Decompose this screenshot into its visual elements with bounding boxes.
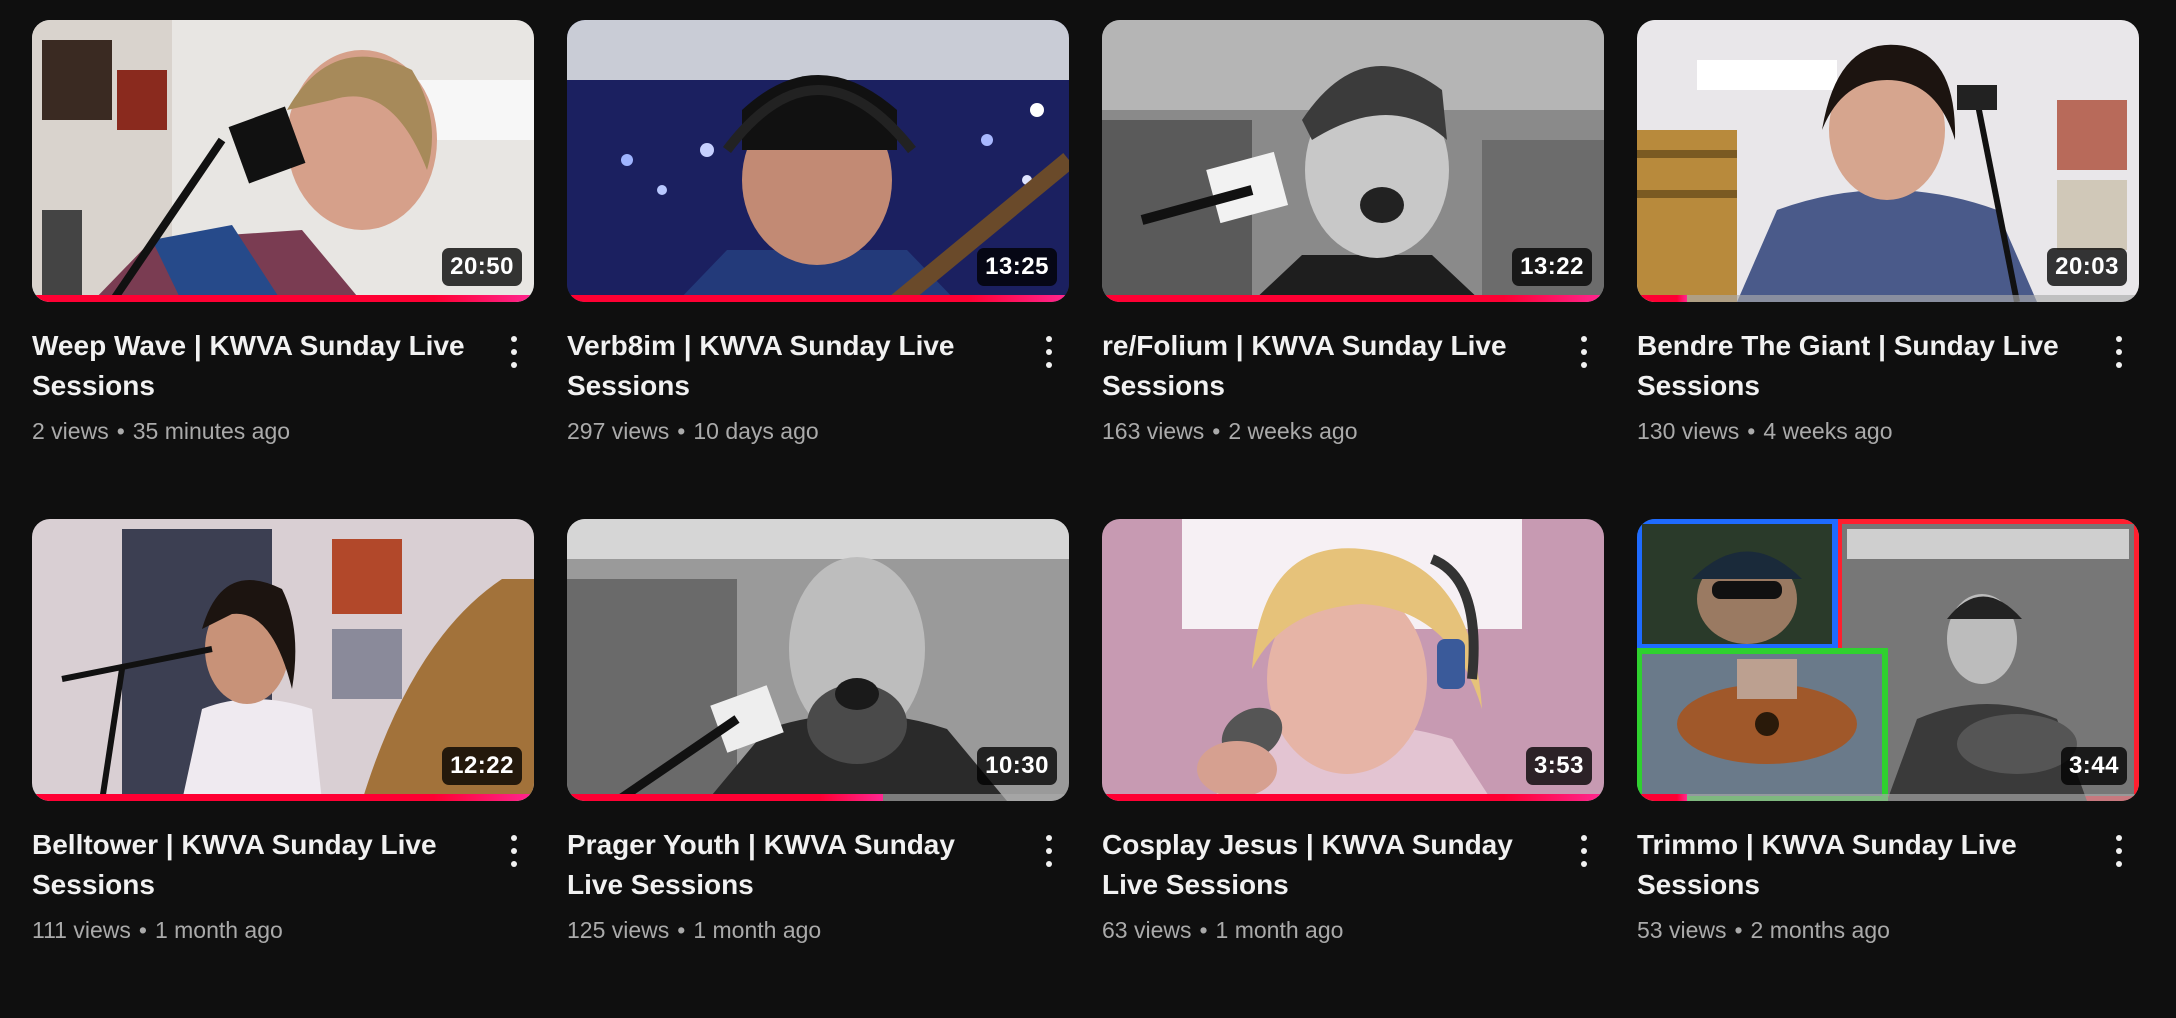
meta-separator: • [1199,917,1208,943]
meta-separator: • [116,418,125,444]
duration-badge: 3:53 [1525,747,1592,785]
video-thumbnail[interactable]: 3:44 [1637,519,2139,801]
duration-badge: 20:03 [2047,248,2127,286]
video-stats: 125 views • 1 month ago [567,915,1069,945]
video-stats: 2 views • 35 minutes ago [32,416,534,446]
video-thumbnail[interactable]: 3:53 [1102,519,1604,801]
watch-progress-bar [567,794,1069,801]
watch-progress-bar [32,794,534,801]
more-vert-icon[interactable] [1572,334,1596,370]
view-count: 130 views [1637,418,1740,444]
video-card[interactable]: 20:03 Bendre The Giant | Sunday Live Ses… [1637,20,2139,519]
upload-age: 1 month ago [693,917,822,943]
more-vert-icon[interactable] [2107,334,2131,370]
meta-separator: • [677,418,686,444]
upload-age: 1 month ago [154,917,283,943]
upload-age: 10 days ago [693,418,819,444]
video-card[interactable]: 3:53 Cosplay Jesus | KWVA Sunday Live Se… [1102,519,1604,1018]
video-meta: Prager Youth | KWVA Sunday Live Sessions… [567,801,1069,945]
more-vert-icon[interactable] [1037,833,1061,869]
view-count: 163 views [1102,418,1205,444]
meta-separator: • [1212,418,1221,444]
upload-age: 2 weeks ago [1228,418,1358,444]
meta-separator: • [1747,418,1756,444]
video-stats: 63 views • 1 month ago [1102,915,1604,945]
more-vert-icon[interactable] [502,833,526,869]
watch-progress-bar [1637,794,2139,801]
watch-progress-fill [32,794,534,801]
watch-progress-bar [1102,295,1604,302]
view-count: 297 views [567,418,670,444]
video-stats: 163 views • 2 weeks ago [1102,416,1604,446]
watch-progress-fill [32,295,534,302]
video-meta: Cosplay Jesus | KWVA Sunday Live Session… [1102,801,1604,945]
video-thumbnail[interactable]: 12:22 [32,519,534,801]
duration-badge: 10:30 [977,747,1057,785]
meta-separator: • [1734,917,1743,943]
duration-badge: 20:50 [442,248,522,286]
watch-progress-bar [1102,794,1604,801]
more-vert-icon[interactable] [2107,833,2131,869]
video-meta: Bendre The Giant | Sunday Live Sessions … [1637,302,2139,446]
video-card[interactable]: 20:50 Weep Wave | KWVA Sunday Live Sessi… [32,20,534,519]
video-title[interactable]: re/Folium | KWVA Sunday Live Sessions [1102,326,1542,406]
duration-badge: 13:25 [977,248,1057,286]
video-card[interactable]: 10:30 Prager Youth | KWVA Sunday Live Se… [567,519,1069,1018]
watch-progress-bar [32,295,534,302]
watch-progress-fill [1637,794,1688,801]
video-thumbnail[interactable]: 13:22 [1102,20,1604,302]
view-count: 53 views [1637,917,1727,943]
watch-progress-bar [567,295,1069,302]
watch-progress-fill [567,295,1069,302]
video-title[interactable]: Belltower | KWVA Sunday Live Sessions [32,825,472,905]
video-title[interactable]: Trimmo | KWVA Sunday Live Sessions [1637,825,2077,905]
video-card[interactable]: 3:44 Trimmo | KWVA Sunday Live Sessions … [1637,519,2139,1018]
video-card[interactable]: 12:22 Belltower | KWVA Sunday Live Sessi… [32,519,534,1018]
video-thumbnail[interactable]: 10:30 [567,519,1069,801]
view-count: 63 views [1102,917,1192,943]
video-card[interactable]: 13:25 Verb8im | KWVA Sunday Live Session… [567,20,1069,519]
video-thumbnail[interactable]: 20:03 [1637,20,2139,302]
view-count: 125 views [567,917,670,943]
video-stats: 130 views • 4 weeks ago [1637,416,2139,446]
more-vert-icon[interactable] [502,334,526,370]
watch-progress-fill [567,794,884,801]
watch-progress-fill [1637,295,1688,302]
duration-badge: 13:22 [1512,248,1592,286]
view-count: 111 views [32,917,131,943]
video-meta: Trimmo | KWVA Sunday Live Sessions 53 vi… [1637,801,2139,945]
duration-badge: 12:22 [442,747,522,785]
video-meta: Belltower | KWVA Sunday Live Sessions 11… [32,801,534,945]
meta-separator: • [138,917,147,943]
video-meta: re/Folium | KWVA Sunday Live Sessions 16… [1102,302,1604,446]
watch-progress-fill [1102,295,1604,302]
more-vert-icon[interactable] [1572,833,1596,869]
watch-progress-bar [1637,295,2139,302]
meta-separator: • [677,917,686,943]
upload-age: 2 months ago [1750,917,1890,943]
upload-age: 4 weeks ago [1763,418,1893,444]
video-title[interactable]: Prager Youth | KWVA Sunday Live Sessions [567,825,1007,905]
video-title[interactable]: Cosplay Jesus | KWVA Sunday Live Session… [1102,825,1542,905]
video-grid: 20:50 Weep Wave | KWVA Sunday Live Sessi… [32,20,2144,1018]
video-thumbnail[interactable]: 20:50 [32,20,534,302]
video-title[interactable]: Bendre The Giant | Sunday Live Sessions [1637,326,2077,406]
video-title[interactable]: Verb8im | KWVA Sunday Live Sessions [567,326,1007,406]
video-title[interactable]: Weep Wave | KWVA Sunday Live Sessions [32,326,472,406]
video-card[interactable]: 13:22 re/Folium | KWVA Sunday Live Sessi… [1102,20,1604,519]
video-stats: 297 views • 10 days ago [567,416,1069,446]
video-thumbnail[interactable]: 13:25 [567,20,1069,302]
more-vert-icon[interactable] [1037,334,1061,370]
video-meta: Weep Wave | KWVA Sunday Live Sessions 2 … [32,302,534,446]
watch-progress-fill [1102,794,1604,801]
video-stats: 111 views • 1 month ago [32,915,534,945]
upload-age: 35 minutes ago [132,418,291,444]
view-count: 2 views [32,418,109,444]
upload-age: 1 month ago [1215,917,1344,943]
duration-badge: 3:44 [2060,747,2127,785]
video-meta: Verb8im | KWVA Sunday Live Sessions 297 … [567,302,1069,446]
video-stats: 53 views • 2 months ago [1637,915,2139,945]
